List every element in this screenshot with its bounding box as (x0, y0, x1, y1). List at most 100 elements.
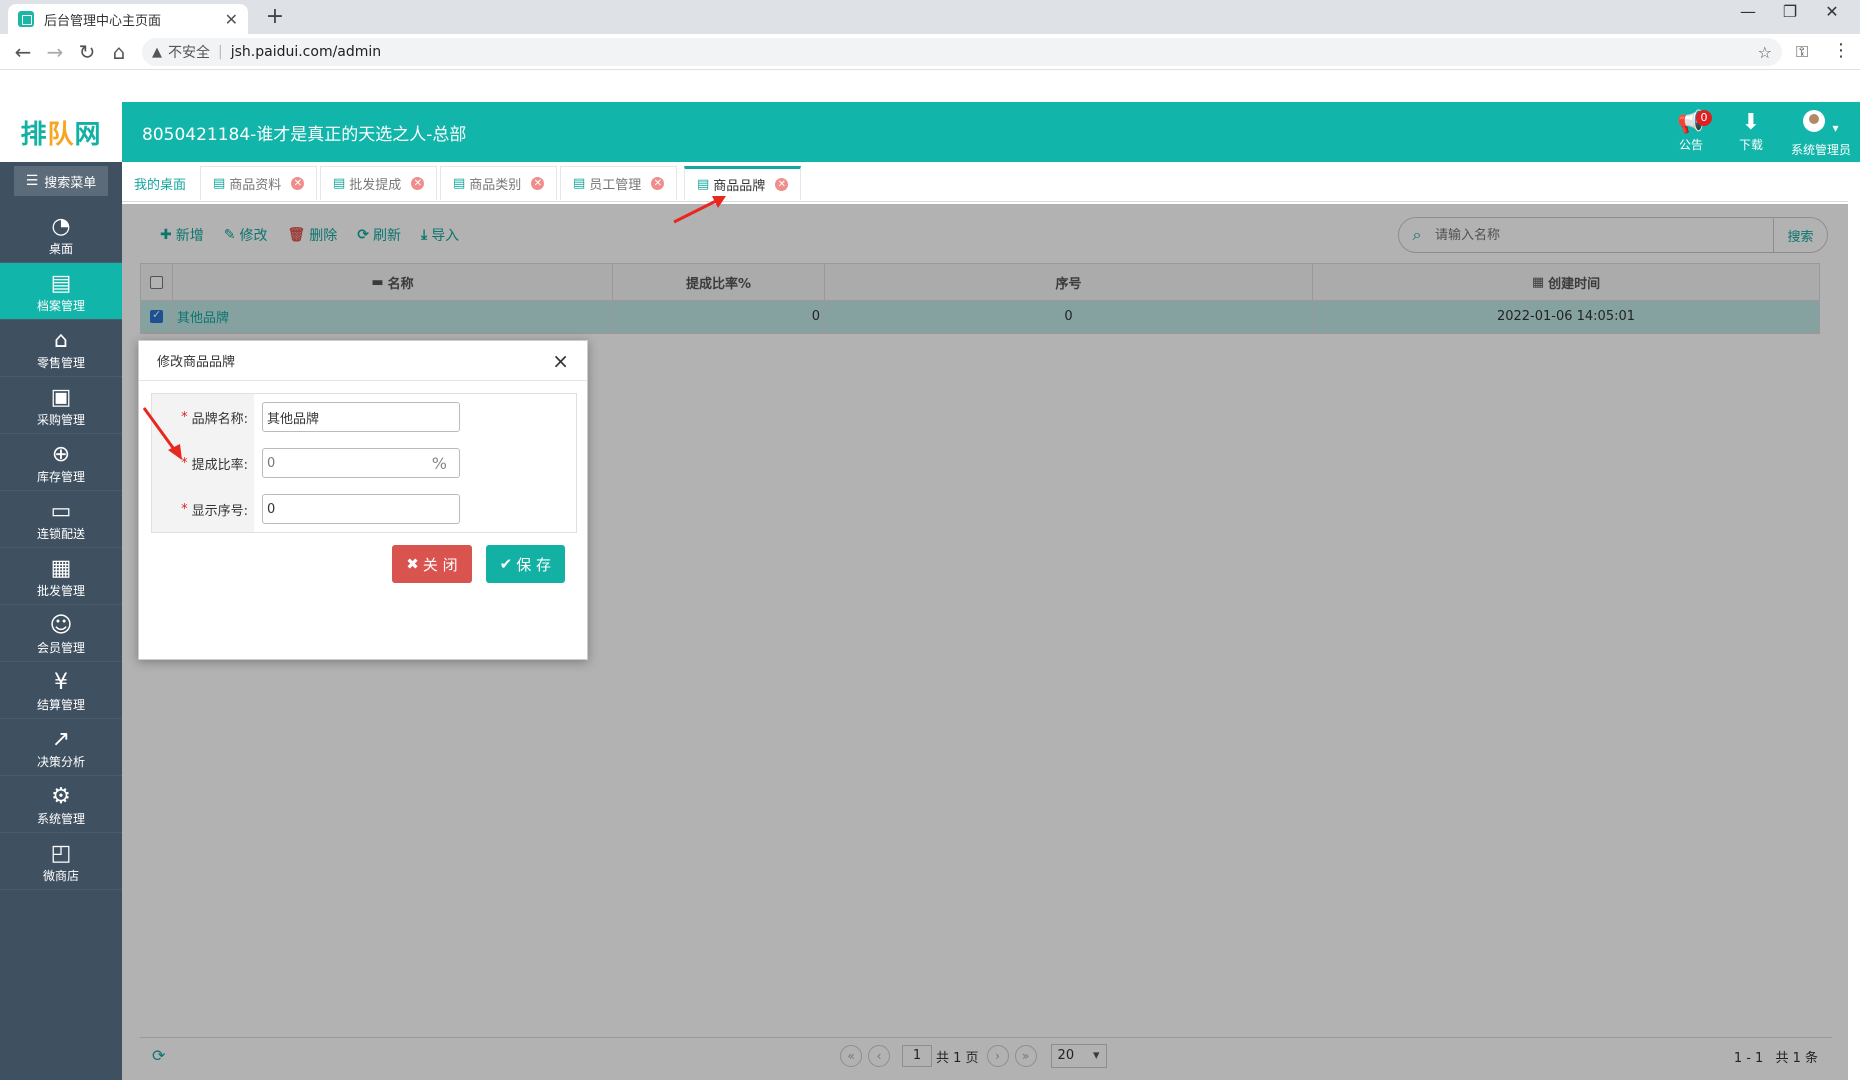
file-icon: ▤ (50, 271, 72, 296)
list-icon: ▤ (697, 177, 710, 192)
tab-goods[interactable]: ▤ 商品资料 ✕ (200, 166, 318, 200)
sidebar-item-label: 系统管理 (36, 812, 85, 826)
shop-icon: ◰ (50, 841, 72, 866)
dashboard-icon: ◔ (51, 214, 71, 239)
download-button[interactable]: ⬇ 下载 (1726, 110, 1776, 153)
close-button[interactable]: ✖ 关 闭 (392, 545, 472, 583)
sidebar-item-wholesale[interactable]: ▦ 批发管理 (0, 548, 122, 605)
address-bar: ← → ↻ ⌂ ▲ 不安全 | jsh.paidui.com/admin ☆ ⚿… (0, 34, 1860, 70)
sidebar-item-delivery[interactable]: ▭ 连锁配送 (0, 491, 122, 548)
sidebar-item-archive[interactable]: ▤ 档案管理 (0, 263, 122, 320)
list-icon: ▤ (573, 176, 586, 191)
rate-label: 提成比率: (191, 457, 248, 473)
avatar (1803, 110, 1826, 132)
seq-field[interactable]: 0 (262, 494, 460, 524)
sidebar-item-microshop[interactable]: ◰ 微商店 (0, 833, 122, 890)
close-icon[interactable]: ✕ (531, 177, 545, 190)
sidebar-item-label: 结算管理 (36, 698, 85, 712)
sidebar-item-settlement[interactable]: ¥ 结算管理 (0, 662, 122, 719)
save-button[interactable]: ✔ 保 存 (485, 545, 565, 583)
tab-category[interactable]: ▤ 商品类别 ✕ (440, 166, 558, 200)
tab-staff[interactable]: ▤ 员工管理 ✕ (560, 166, 678, 200)
sidebar-item-system[interactable]: ⚙ 系统管理 (0, 776, 122, 833)
company-title: 8050421184-谁才是真正的天选之人-总部 (142, 125, 467, 145)
close-icon[interactable]: ✕ (651, 177, 665, 190)
user-menu[interactable]: ▾ 系统管理员 (1786, 110, 1856, 158)
notice-label: 公告 (1678, 138, 1703, 152)
seq-label: 显示序号: (191, 503, 248, 519)
tab-home[interactable]: 我的桌面 (122, 166, 199, 200)
sidebar-item-purchase[interactable]: ▣ 采购管理 (0, 377, 122, 434)
sidebar-item-retail[interactable]: ⌂ 零售管理 (0, 320, 122, 377)
search-menu-button[interactable]: ☰ 搜索菜单 (14, 166, 108, 196)
sidebar-item-inventory[interactable]: ⊕ 库存管理 (0, 434, 122, 491)
close-icon[interactable]: ✕ (291, 177, 305, 190)
more-menu-icon[interactable]: ⋮ (1832, 40, 1850, 61)
download-label: 下载 (1738, 138, 1763, 152)
brand-name-field[interactable]: 其他品牌 (262, 402, 460, 432)
annotation-arrow-tab (673, 196, 726, 224)
notice-badge: 0 (1696, 110, 1712, 126)
sidebar-item-desktop[interactable]: ◔ 桌面 (0, 206, 122, 263)
sidebar-item-label: 零售管理 (36, 356, 85, 370)
sidebar-item-label: 批发管理 (36, 584, 85, 598)
home-icon[interactable]: ⌂ (106, 40, 132, 64)
close-icon[interactable]: ✕ (775, 178, 789, 191)
percent-suffix: % (431, 453, 447, 473)
dialog-title: 修改商品品牌 (157, 355, 236, 370)
inventory-icon: ⊕ (51, 442, 71, 467)
brand-form: * 品牌名称: 其他品牌 * 提成比率: 0% * 显示序号: 0 (151, 393, 577, 533)
wholesale-icon: ▦ (50, 556, 72, 581)
sidebar-item-label: 档案管理 (36, 299, 85, 313)
gear-icon: ⚙ (51, 784, 71, 809)
restore-button[interactable]: ❐ (1770, 2, 1810, 21)
sidebar-item-member[interactable]: ☺ 会员管理 (0, 605, 122, 662)
store-icon: ⌂ (54, 328, 68, 353)
url-field[interactable]: ▲ 不安全 | jsh.paidui.com/admin ☆ (142, 38, 1782, 66)
sidebar-item-label: 库存管理 (36, 470, 85, 484)
list-icon: ▤ (453, 176, 466, 191)
member-icon: ☺ (49, 613, 73, 638)
download-icon: ⬇ (1741, 110, 1761, 135)
logo: 排队网 (0, 102, 122, 162)
browser-tab[interactable]: 后台管理中心主页面 ✕ (8, 4, 248, 34)
back-icon[interactable]: ← (10, 40, 36, 64)
sidebar-item-label: 决策分析 (36, 755, 85, 769)
browser-tabstrip: 后台管理中心主页面 ✕ + — ❐ ✕ (0, 0, 1860, 34)
browser-tab-title: 后台管理中心主页面 (44, 13, 162, 29)
reload-icon[interactable]: ↻ (74, 40, 100, 64)
page-tabs: 我的桌面 ▤ 商品资料 ✕ ▤ 批发提成 ✕ ▤ 商品类别 ✕ ▤ 员工管理 ✕ ▤ 商品品牌 ✕ (122, 162, 1848, 202)
truck-icon: ▭ (50, 499, 72, 524)
sidebar-item-analysis[interactable]: ↗ 决策分析 (0, 719, 122, 776)
key-icon[interactable]: ⚿ (1796, 42, 1808, 62)
security-label: 不安全 (168, 45, 210, 61)
forward-icon[interactable]: → (42, 40, 68, 64)
tab-label: 商品类别 (469, 178, 522, 193)
app-header: 排队网 8050421184-谁才是真正的天选之人-总部 📢 0 公告 ⬇ 下载… (0, 102, 1860, 162)
cart-icon: ▣ (50, 385, 72, 410)
dialog-close-icon[interactable]: × (552, 349, 569, 373)
close-tab-icon[interactable]: ✕ (225, 10, 238, 29)
divider: | (218, 44, 223, 60)
minimize-button[interactable]: — (1728, 2, 1768, 21)
menu-search-icon: ☰ (25, 173, 39, 189)
logo-text-c: 网 (74, 119, 102, 150)
search-menu-label: 搜索菜单 (44, 175, 97, 191)
new-tab-button[interactable]: + (262, 4, 288, 29)
sidebar-item-label: 桌面 (48, 242, 73, 256)
list-icon: ▤ (333, 176, 346, 191)
brand-name-label: 品牌名称: (191, 411, 248, 427)
edit-brand-dialog: 修改商品品牌 × * 品牌名称: 其他品牌 * 提成比率: 0% * 显示序号: 0 … (138, 340, 588, 660)
favicon-icon (18, 11, 34, 27)
check-icon: ✔ (499, 555, 513, 573)
sidebar-item-label: 微商店 (42, 869, 79, 883)
annotation-arrow-field (142, 407, 182, 460)
bookmark-star-icon[interactable]: ☆ (1758, 43, 1772, 62)
close-icon[interactable]: ✕ (411, 177, 425, 190)
rate-field[interactable]: 0% (262, 448, 460, 478)
tab-commission[interactable]: ▤ 批发提成 ✕ (320, 166, 438, 200)
notice-button[interactable]: 📢 0 公告 (1666, 110, 1716, 153)
logo-text-b: 队 (47, 119, 75, 150)
window-close-button[interactable]: ✕ (1812, 2, 1852, 21)
settle-icon: ¥ (54, 670, 68, 695)
